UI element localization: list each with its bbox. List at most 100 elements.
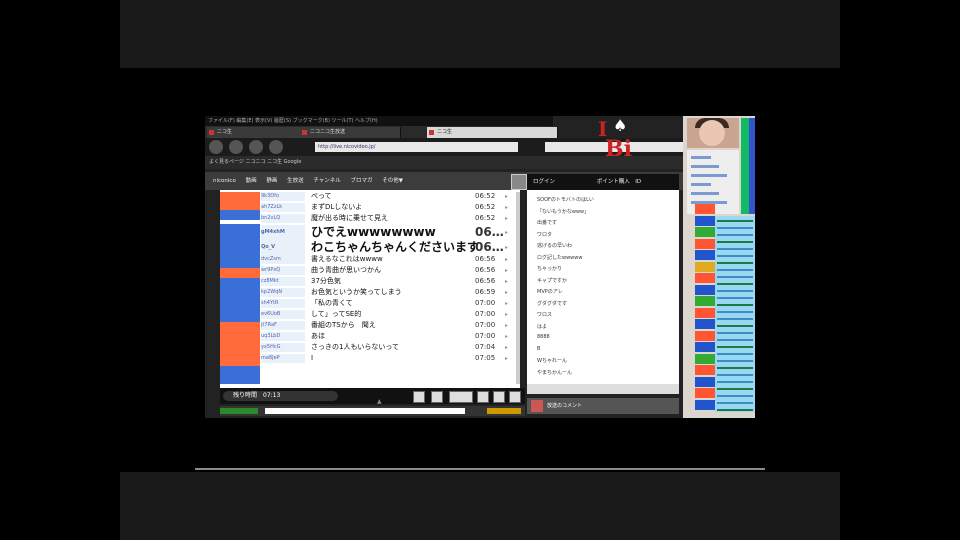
- comment-scrollbar[interactable]: [516, 192, 520, 384]
- comment-user[interactable]: gM4xhM: [261, 225, 305, 240]
- site-user-icon[interactable]: [511, 174, 527, 190]
- collapse-arrow-icon[interactable]: ▲: [377, 398, 382, 405]
- viewer-name-line[interactable]: [717, 332, 753, 334]
- comment-action-icon[interactable]: ▸: [505, 321, 508, 330]
- viewer-name-line[interactable]: [717, 374, 753, 376]
- viewer-name-line[interactable]: [717, 339, 753, 341]
- command-button[interactable]: [220, 408, 258, 414]
- comment-action-icon[interactable]: ▸: [505, 299, 508, 308]
- browser-tab-2[interactable]: ニコニコ生放送: [300, 127, 401, 138]
- share-button[interactable]: [509, 391, 521, 403]
- comment-toggle-button[interactable]: [477, 391, 489, 403]
- comment-action-icon[interactable]: ▸: [505, 288, 508, 297]
- viewer-name-line[interactable]: [717, 381, 753, 383]
- comment-user[interactable]: 9k3Dfo: [261, 192, 305, 201]
- nav-item-0[interactable]: niconico: [213, 178, 236, 184]
- comment-action-icon[interactable]: ▸: [505, 240, 508, 255]
- table-row[interactable]: ah7ZzLk まずDLしないよ 06:52 ▸: [261, 203, 516, 212]
- nav-item-6[interactable]: その他▼: [382, 178, 403, 184]
- viewer-name-line[interactable]: [717, 304, 753, 306]
- fullscreen-button[interactable]: [413, 391, 425, 403]
- comment-user[interactable]: Qo_V: [261, 240, 305, 255]
- table-row[interactable]: uq3LbD あほ 07:00 ▸: [261, 332, 516, 341]
- nav-item-2[interactable]: 静画: [266, 178, 277, 184]
- comment-user[interactable]: ev6UoB: [261, 310, 305, 319]
- comment-user[interactable]: jt7RaF: [261, 321, 305, 330]
- table-row[interactable]: gM4xhM ひでえwwwwwwww 06… ▸: [261, 225, 516, 240]
- nav-item-3[interactable]: 生放送: [287, 178, 304, 184]
- table-row[interactable]: bn2vLQ 魔が出る時に乗せて見え 06:52 ▸: [261, 214, 516, 223]
- comment-user[interactable]: sh4YtR: [261, 299, 305, 308]
- viewer-name-line[interactable]: [717, 276, 753, 278]
- comment-action-icon[interactable]: ▸: [505, 332, 508, 341]
- comment-user[interactable]: ma8JeP: [261, 354, 305, 363]
- browser-tab-1[interactable]: ニコ生: [207, 127, 308, 138]
- viewer-name-line[interactable]: [717, 395, 753, 397]
- comment-action-icon[interactable]: ▸: [505, 192, 508, 201]
- table-row[interactable]: wr9PxQ 曲う青曲が思いつかん 06:56 ▸: [261, 266, 516, 275]
- settings-button[interactable]: [493, 391, 505, 403]
- table-row[interactable]: kp2WqN お色気というか笑ってしまう 06:59 ▸: [261, 288, 516, 297]
- comment-input[interactable]: [265, 408, 465, 414]
- comment-user[interactable]: kp2WqN: [261, 288, 305, 297]
- browser-menubar[interactable]: ファイル(F) 編集(E) 表示(V) 履歴(S) ブックマーク(B) ツール(…: [205, 116, 553, 126]
- comment-action-icon[interactable]: ▸: [505, 225, 508, 240]
- viewer-name-line[interactable]: [717, 325, 753, 327]
- back-button[interactable]: [209, 140, 223, 154]
- viewer-name-line[interactable]: [717, 346, 753, 348]
- comment-user[interactable]: ah7ZzLk: [261, 203, 305, 212]
- nav-item-1[interactable]: 動画: [246, 178, 257, 184]
- viewer-name-line[interactable]: [717, 248, 753, 250]
- comment-user[interactable]: uq3LbD: [261, 332, 305, 341]
- reload-button[interactable]: [249, 140, 263, 154]
- viewer-name-line[interactable]: [717, 318, 753, 320]
- table-row[interactable]: cz8Mkt 37分色気 06:56 ▸: [261, 277, 516, 286]
- comment-user[interactable]: bn2vLQ: [261, 214, 305, 223]
- comment-user[interactable]: wr9PxQ: [261, 266, 305, 275]
- comment-action-icon[interactable]: ▸: [505, 343, 508, 352]
- submit-comment-button[interactable]: [487, 408, 521, 414]
- viewer-name-line[interactable]: [717, 269, 753, 271]
- comment-user[interactable]: cz8Mkt: [261, 277, 305, 286]
- viewer-name-line[interactable]: [717, 255, 753, 257]
- comment-action-icon[interactable]: ▸: [505, 266, 508, 275]
- table-row[interactable]: sh4YtR 「私の青くて 07:00 ▸: [261, 299, 516, 308]
- viewer-name-line[interactable]: [717, 220, 753, 222]
- viewer-name-line[interactable]: [717, 234, 753, 236]
- comment-action-icon[interactable]: ▸: [505, 310, 508, 319]
- table-row[interactable]: Qo_V わこちゃんちゃんくださいます 06… ▸: [261, 240, 516, 255]
- comment-action-icon[interactable]: ▸: [505, 277, 508, 286]
- comment-action-icon[interactable]: ▸: [505, 203, 508, 212]
- nav-item-4[interactable]: チャンネル: [313, 178, 340, 184]
- chat-toolbar[interactable]: [527, 384, 679, 394]
- browser-tab-3[interactable]: ニコ生: [427, 127, 558, 138]
- viewer-name-line[interactable]: [717, 262, 753, 264]
- viewer-name-line[interactable]: [717, 353, 753, 355]
- volume-slider[interactable]: [449, 391, 473, 403]
- comment-user[interactable]: yx5HcG: [261, 343, 305, 352]
- table-row[interactable]: ma8JeP I 07:05 ▸: [261, 354, 516, 363]
- viewer-name-line[interactable]: [717, 311, 753, 313]
- table-row[interactable]: dvcZsm 書えるなこれはwwww 06:56 ▸: [261, 255, 516, 264]
- viewer-name-line[interactable]: [717, 227, 753, 229]
- viewer-name-line[interactable]: [717, 297, 753, 299]
- viewer-name-line[interactable]: [717, 283, 753, 285]
- address-bar[interactable]: http://live.nicovideo.jp/: [315, 142, 518, 152]
- table-row[interactable]: yx5HcG さっきの1人もいらないって 07:04 ▸: [261, 343, 516, 352]
- table-row[interactable]: jt7RaF 番組のTSから 聞え 07:00 ▸: [261, 321, 516, 330]
- viewer-name-line[interactable]: [717, 402, 753, 404]
- comment-user[interactable]: dvcZsm: [261, 255, 305, 264]
- viewer-name-line[interactable]: [717, 241, 753, 243]
- volume-button[interactable]: [431, 391, 443, 403]
- table-row[interactable]: 9k3Dfo ぺって 06:52 ▸: [261, 192, 516, 201]
- comment-action-icon[interactable]: ▸: [505, 214, 508, 223]
- forward-button[interactable]: [229, 140, 243, 154]
- comment-action-icon[interactable]: ▸: [505, 255, 508, 264]
- viewer-name-line[interactable]: [717, 409, 753, 411]
- viewer-name-line[interactable]: [717, 388, 753, 390]
- viewer-name-line[interactable]: [717, 290, 753, 292]
- comment-action-icon[interactable]: ▸: [505, 354, 508, 363]
- table-row[interactable]: ev6UoB して」ってSE的 07:00 ▸: [261, 310, 516, 319]
- viewer-name-line[interactable]: [717, 360, 753, 362]
- nav-item-5[interactable]: ブロマガ: [350, 178, 372, 184]
